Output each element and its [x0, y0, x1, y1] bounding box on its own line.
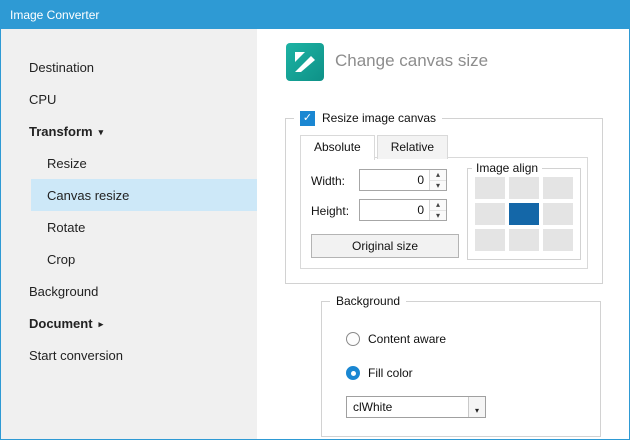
titlebar[interactable]: Image Converter — [1, 1, 629, 29]
content-aware-label: Content aware — [368, 332, 447, 346]
canvas-size-tabs: Absolute Relative — [300, 135, 450, 160]
fill-color-option[interactable]: Fill color — [346, 366, 413, 380]
tab-relative[interactable]: Relative — [376, 135, 449, 159]
spin-up-icon[interactable] — [430, 200, 446, 211]
sidebar-item-label: CPU — [29, 91, 57, 107]
background-group-label: Background — [330, 293, 407, 309]
sidebar-item-document[interactable]: Document ▸ — [1, 307, 257, 339]
width-input[interactable]: 0 — [359, 169, 447, 191]
align-cell-bottom-center[interactable] — [509, 229, 539, 251]
image-converter-window: Image Converter Destination CPU Transfor… — [0, 0, 630, 440]
height-label: Height: — [311, 204, 350, 218]
spin-down-icon[interactable] — [430, 181, 446, 191]
height-input[interactable]: 0 — [359, 199, 447, 221]
page-title: Change canvas size — [335, 51, 489, 70]
fill-color-combobox[interactable]: clWhite — [346, 396, 486, 418]
fill-color-label: Fill color — [368, 366, 413, 380]
chevron-down-icon: ▾ — [98, 126, 104, 137]
sidebar-item-transform[interactable]: Transform ▾ — [1, 115, 257, 147]
window-body: Destination CPU Transform ▾ Resize Canva… — [1, 29, 629, 439]
align-cell-middle-left[interactable] — [475, 203, 505, 225]
fill-color-radio[interactable] — [346, 366, 360, 380]
app-logo-icon — [286, 43, 324, 81]
sidebar-item-background[interactable]: Background — [1, 275, 257, 307]
align-cell-top-right[interactable] — [543, 177, 573, 199]
chevron-right-icon: ▸ — [98, 318, 104, 329]
sidebar-item-rotate[interactable]: Rotate — [31, 211, 257, 243]
combo-dropdown-icon[interactable] — [468, 397, 485, 417]
sidebar-item-label: Transform — [29, 123, 93, 139]
window-title: Image Converter — [10, 8, 100, 22]
image-align-grid — [468, 169, 580, 259]
sidebar-item-destination[interactable]: Destination — [1, 51, 257, 83]
spin-down-icon[interactable] — [430, 211, 446, 221]
width-value[interactable]: 0 — [360, 170, 429, 190]
sidebar-item-resize[interactable]: Resize — [31, 147, 257, 179]
main-content: Change canvas size Resize image canvas A… — [257, 29, 629, 439]
sidebar-item-cpu[interactable]: CPU — [1, 83, 257, 115]
align-cell-center[interactable] — [509, 203, 539, 225]
sidebar-item-crop[interactable]: Crop — [31, 243, 257, 275]
original-size-button[interactable]: Original size — [311, 234, 459, 258]
sidebar-item-label: Rotate — [47, 219, 86, 235]
image-align-group: Image align — [467, 160, 581, 260]
height-spinner — [429, 200, 446, 220]
sidebar-item-label: Crop — [47, 251, 76, 267]
fill-color-value: clWhite — [353, 400, 393, 414]
tab-absolute[interactable]: Absolute — [300, 135, 375, 160]
absolute-tab-panel: Width: 0 Height: 0 — [300, 157, 588, 269]
content-aware-radio[interactable] — [346, 332, 360, 346]
sidebar-item-label: Start conversion — [29, 347, 123, 363]
align-cell-middle-right[interactable] — [543, 203, 573, 225]
sidebar-item-label: Canvas resize — [47, 187, 130, 203]
spin-up-icon[interactable] — [430, 170, 446, 181]
align-cell-top-center[interactable] — [509, 177, 539, 199]
align-cell-bottom-left[interactable] — [475, 229, 505, 251]
width-spinner — [429, 170, 446, 190]
resize-image-canvas-label: Resize image canvas — [322, 111, 437, 125]
sidebar-item-start-conversion[interactable]: Start conversion — [1, 339, 257, 371]
sidebar-item-label: Resize — [47, 155, 87, 171]
width-label: Width: — [311, 174, 346, 188]
background-group: Background Content aware Fill color clWh… — [321, 293, 601, 437]
sidebar-item-label: Document — [29, 315, 93, 331]
resize-image-canvas-checkbox[interactable] — [300, 110, 315, 126]
sidebar: Destination CPU Transform ▾ Resize Canva… — [1, 29, 257, 439]
sidebar-item-canvas-resize[interactable]: Canvas resize — [31, 179, 257, 211]
height-value[interactable]: 0 — [360, 200, 429, 220]
sidebar-item-label: Destination — [29, 59, 95, 75]
content-aware-option[interactable]: Content aware — [346, 332, 446, 346]
align-cell-top-left[interactable] — [475, 177, 505, 199]
align-cell-bottom-right[interactable] — [543, 229, 573, 251]
sidebar-item-label: Background — [29, 283, 99, 299]
resize-canvas-group-header: Resize image canvas — [294, 110, 443, 126]
resize-canvas-group: Resize image canvas Absolute Relative Wi… — [285, 110, 603, 284]
